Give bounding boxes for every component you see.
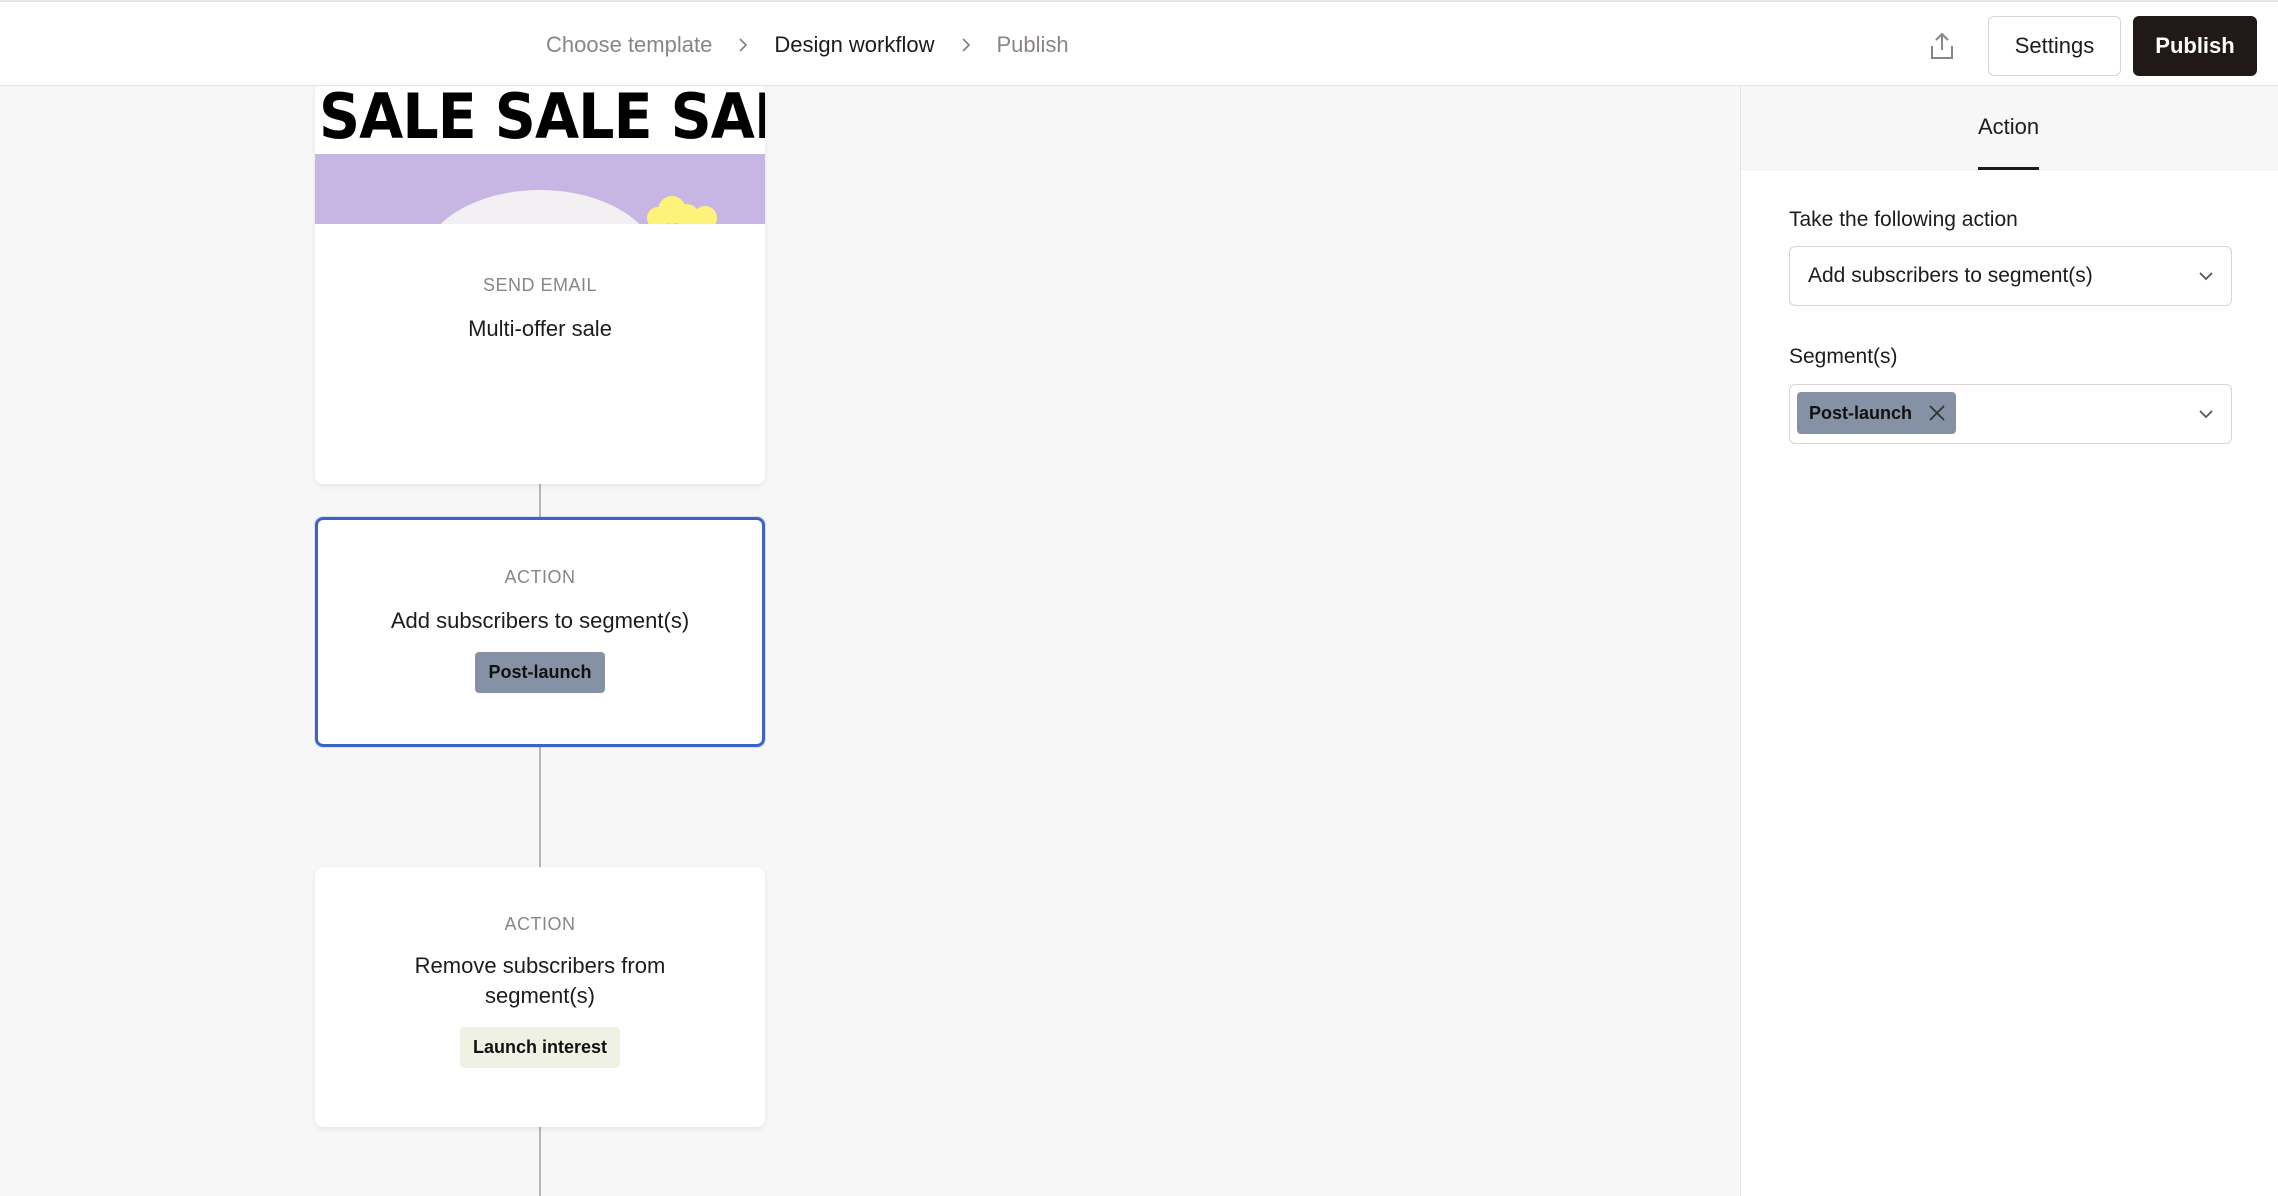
connector-line: [539, 746, 541, 868]
card-title-line-2: segment(s): [484, 983, 596, 1008]
chevron-down-icon: [2199, 410, 2213, 419]
card-title: Add subscribers to segment(s): [390, 608, 690, 633]
action-field-label: Take the following action: [1789, 208, 2018, 231]
action-select-value: Add subscribers to segment(s): [1808, 264, 2093, 287]
email-banner: SALE SALE SALE: [315, 86, 765, 154]
action-select[interactable]: Add subscribers to segment(s): [1789, 246, 2232, 306]
segment-chip-label: Post-launch: [1809, 402, 1913, 423]
card-type-label: ACTION: [504, 567, 576, 587]
card-type-label: SEND EMAIL: [482, 275, 598, 295]
settings-button[interactable]: Settings: [1988, 16, 2121, 76]
panel-tabs: Action: [1741, 86, 2278, 170]
top-bar: Choose template Design workflow Publish …: [0, 0, 2278, 86]
card-title: Multi-offer sale: [468, 316, 612, 341]
segment-chip: Post-launch: [1797, 392, 1957, 434]
card-type-label: ACTION: [504, 914, 576, 934]
workflow-canvas[interactable]: SALE SALE SALE SEND EMAIL Multi-offer sa…: [0, 86, 1740, 1196]
send-email-card[interactable]: SALE SALE SALE SEND EMAIL Multi-offer sa…: [315, 86, 765, 484]
breadcrumb-choose-template[interactable]: Choose template: [546, 32, 712, 58]
chevron-right-icon: [959, 38, 973, 52]
segments-field-label: Segment(s): [1789, 345, 1898, 368]
breadcrumb-publish[interactable]: Publish: [997, 32, 1069, 58]
publish-button[interactable]: Publish: [2133, 16, 2257, 76]
close-icon: [1929, 405, 1945, 421]
remove-chip-button[interactable]: [1928, 404, 1946, 422]
segment-tag: Launch interest: [459, 1027, 621, 1068]
chevron-right-icon: [736, 38, 750, 52]
segments-select[interactable]: Post-launch: [1789, 384, 2232, 444]
chevron-down-icon: [2199, 272, 2213, 281]
properties-panel: Action Take the following action Add sub…: [1740, 86, 2278, 1196]
breadcrumb: Choose template Design workflow Publish: [546, 2, 1069, 88]
share-icon: [1931, 32, 1953, 59]
card-title-line-1: Remove subscribers from: [414, 953, 666, 978]
email-illustration: [315, 154, 765, 224]
connector-line: [539, 1126, 541, 1196]
action-card-remove-subscribers[interactable]: ACTION Remove subscribers from segment(s…: [315, 867, 765, 1127]
breadcrumb-design-workflow[interactable]: Design workflow: [774, 32, 934, 58]
email-banner-text: SALE SALE SALE: [319, 86, 765, 153]
tab-action[interactable]: Action: [1978, 86, 2040, 170]
share-button[interactable]: [1924, 28, 1960, 64]
action-card-add-subscribers[interactable]: ACTION Add subscribers to segment(s) Pos…: [315, 517, 765, 747]
segment-tag: Post-launch: [475, 652, 605, 693]
